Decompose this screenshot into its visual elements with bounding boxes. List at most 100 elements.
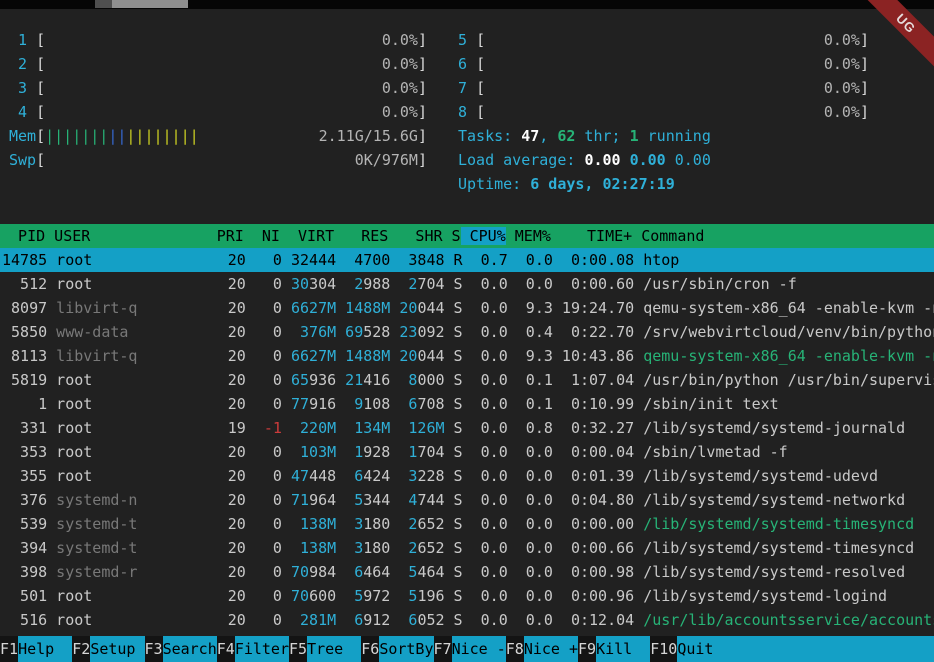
cell-time: 0:00.08 xyxy=(553,251,634,269)
meter-bar-green: ||||||| xyxy=(45,124,108,148)
cell-user: root xyxy=(47,395,137,413)
meter-close-bracket: ] xyxy=(418,76,427,100)
cell-cmd: /lib/systemd/systemd-timesyncd xyxy=(634,539,914,557)
cell-cmd: /lib/systemd/systemd-journald xyxy=(634,419,905,437)
meters-right-column: 5 [0.0%] 6 [0.0%] 7 [0.0%] 8 [0.0%]Tasks… xyxy=(449,28,869,196)
cell-res: 464 xyxy=(363,563,390,581)
column-header-cmd[interactable]: Command xyxy=(632,227,704,245)
fkey-f6-sortby[interactable]: F6SortBy xyxy=(361,636,433,662)
cell-ni: 0 xyxy=(246,539,282,557)
cell-shr-hi: 4 xyxy=(390,491,417,509)
cell-ni: 0 xyxy=(246,251,282,269)
column-header-ni[interactable]: NI xyxy=(244,227,280,245)
load-average-line: Load average: 0.00 0.00 0.00 xyxy=(449,148,869,172)
column-header-res[interactable]: RES xyxy=(334,227,388,245)
cell-s: S xyxy=(445,323,463,341)
cell-shr-hi: 3 xyxy=(390,467,417,485)
fkey-f1-help[interactable]: F1Help xyxy=(0,636,72,662)
cell-virt-hi: 71 xyxy=(282,491,309,509)
fkey-f5-tree[interactable]: F5Tree xyxy=(289,636,361,662)
process-row-5850[interactable]: 5850 www-data 20 0 376M 69528 23092 S 0.… xyxy=(0,320,934,344)
fkey-f9-kill[interactable]: F9Kill xyxy=(578,636,650,662)
process-row-501[interactable]: 501 root 20 0 70600 5972 5196 S 0.0 0.0 … xyxy=(0,584,934,608)
meter-open-bracket: [ xyxy=(476,76,485,100)
column-header-time[interactable]: TIME+ xyxy=(551,227,632,245)
column-header-virt[interactable]: VIRT xyxy=(280,227,334,245)
process-row-8097[interactable]: 8097 libvirt-q 20 0 6627M 1488M 20044 S … xyxy=(0,296,934,320)
cpu-meter-5-label: 5 xyxy=(449,28,476,52)
cell-user: root xyxy=(47,611,137,629)
fkey-key-label: F10 xyxy=(650,636,677,662)
fkey-f4-filter[interactable]: F4Filter xyxy=(217,636,289,662)
process-row-376[interactable]: 376 systemd-n 20 0 71964 5344 4744 S 0.0… xyxy=(0,488,934,512)
process-row-5819[interactable]: 5819 root 20 0 65936 21416 8000 S 0.0 0.… xyxy=(0,368,934,392)
cell-ni: 0 xyxy=(246,323,282,341)
cell-cpu: 0.0 xyxy=(463,467,508,485)
fkey-key-label: F8 xyxy=(506,636,524,662)
fkey-f8-nice+[interactable]: F8Nice + xyxy=(506,636,578,662)
cell-shr-hi: 6 xyxy=(390,611,417,629)
column-header-pid[interactable]: PID xyxy=(0,227,45,245)
meter-close-bracket: ] xyxy=(860,28,869,52)
process-row-331[interactable]: 331 root 19 -1 220M 134M 126M S 0.0 0.8 … xyxy=(0,416,934,440)
htop-screen: UG 1 [0.0%] 2 [0.0%] 3 [0.0%] 4 [0.0%]Me… xyxy=(0,0,934,662)
process-row-398[interactable]: 398 systemd-r 20 0 70984 6464 5464 S 0.0… xyxy=(0,560,934,584)
cell-pri: 20 xyxy=(137,395,245,413)
process-row-539[interactable]: 539 systemd-t 20 0 138M 3180 2652 S 0.0 … xyxy=(0,512,934,536)
column-header-pri[interactable]: PRI xyxy=(135,227,243,245)
cell-pid: 512 xyxy=(2,275,47,293)
meter-empty-space xyxy=(45,76,382,100)
fkey-key-label: F9 xyxy=(578,636,596,662)
fkey-f10-quit[interactable]: F10Quit xyxy=(650,636,731,662)
cell-shr-hi: 8 xyxy=(390,371,417,389)
process-row-516[interactable]: 516 root 20 0 281M 6912 6052 S 0.0 0.0 0… xyxy=(0,608,934,632)
cpu-meter-5-value: 0.0% xyxy=(824,28,860,52)
cell-s: S xyxy=(445,611,463,629)
process-row-512[interactable]: 512 root 20 0 30304 2988 2704 S 0.0 0.0 … xyxy=(0,272,934,296)
meter-open-bracket: [ xyxy=(36,148,45,172)
cell-pri: 20 xyxy=(137,251,245,269)
cell-virt: 138M xyxy=(282,539,336,557)
fkey-f7-nice-[interactable]: F7Nice - xyxy=(434,636,506,662)
cell-shr: 708 xyxy=(417,395,444,413)
cell-res: 912 xyxy=(363,611,390,629)
cpu-meter-8-value: 0.0% xyxy=(824,100,860,124)
tasks-line-part: 1 xyxy=(630,127,639,145)
process-row-1[interactable]: 1 root 20 0 77916 9108 6708 S 0.0 0.1 0:… xyxy=(0,392,934,416)
column-header-cpu[interactable]: CPU% xyxy=(461,227,506,245)
process-row-355[interactable]: 355 root 20 0 47448 6424 3228 S 0.0 0.0 … xyxy=(0,464,934,488)
column-header-user[interactable]: USER xyxy=(45,227,135,245)
cell-pri: 20 xyxy=(137,467,245,485)
fkey-key-label: F6 xyxy=(361,636,379,662)
fkey-action-label: Filter xyxy=(235,636,289,662)
cell-shr: 704 xyxy=(417,275,444,293)
process-row-14785[interactable]: 14785 root 20 0 32444 4700 3848 R 0.7 0.… xyxy=(0,248,934,272)
load-average-line-part: 0.00 xyxy=(675,151,711,169)
process-row-394[interactable]: 394 systemd-t 20 0 138M 3180 2652 S 0.0 … xyxy=(0,536,934,560)
cell-res: 424 xyxy=(363,467,390,485)
fkey-f2-setup[interactable]: F2Setup xyxy=(72,636,144,662)
column-header-mem[interactable]: MEM% xyxy=(506,227,551,245)
cell-time: 0:00.66 xyxy=(553,539,634,557)
cell-shr: 092 xyxy=(417,323,444,341)
column-header-shr[interactable]: SHR xyxy=(388,227,442,245)
cell-user: root xyxy=(47,467,137,485)
cell-mem: 0.0 xyxy=(508,467,553,485)
process-row-353[interactable]: 353 root 20 0 103M 1928 1704 S 0.0 0.0 0… xyxy=(0,440,934,464)
cell-shr-hi: 2 xyxy=(390,539,417,557)
cell-shr: 044 xyxy=(417,299,444,317)
fkey-f3-search[interactable]: F3Search xyxy=(145,636,217,662)
cell-s: S xyxy=(445,347,463,365)
cell-res-hi: 69 xyxy=(336,323,363,341)
cpu-meter-3: 3 [0.0%] xyxy=(9,76,427,100)
cell-virt: 376M xyxy=(282,323,336,341)
cell-pid: 394 xyxy=(2,539,47,557)
cell-pid: 516 xyxy=(2,611,47,629)
process-row-8113[interactable]: 8113 libvirt-q 20 0 6627M 1488M 20044 S … xyxy=(0,344,934,368)
cell-mem: 0.0 xyxy=(508,611,553,629)
column-header-s[interactable]: S xyxy=(443,227,461,245)
cell-pri: 20 xyxy=(137,539,245,557)
cell-virt: 6627M xyxy=(282,299,336,317)
cell-s: S xyxy=(445,515,463,533)
fkey-key-label: F7 xyxy=(434,636,452,662)
